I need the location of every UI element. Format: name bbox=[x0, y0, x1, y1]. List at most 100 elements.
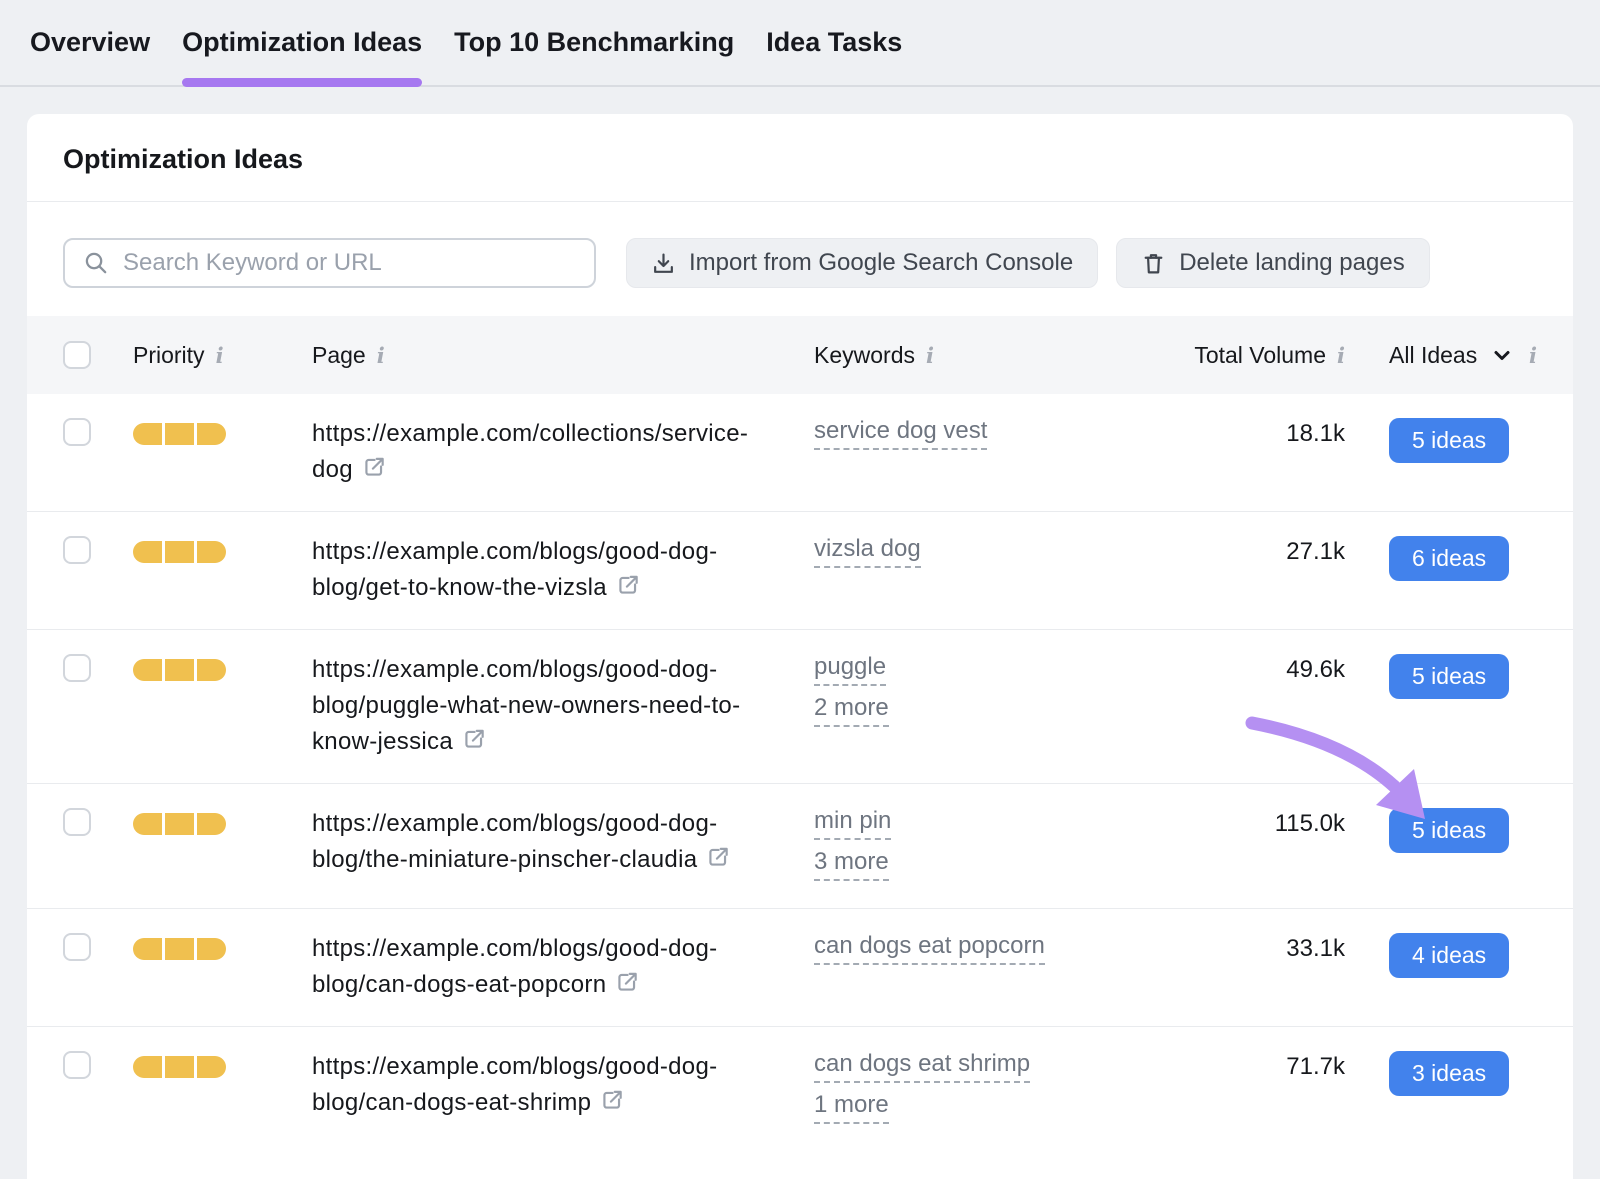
table-row: https://example.com/blogs/good-dog-blog/… bbox=[27, 1026, 1573, 1151]
delete-landing-pages-button[interactable]: Delete landing pages bbox=[1116, 238, 1430, 288]
row-checkbox[interactable] bbox=[63, 654, 91, 682]
keyword-link[interactable]: service dog vest bbox=[814, 416, 987, 450]
page-url: https://example.com/blogs/good-dog-blog/… bbox=[312, 810, 717, 873]
priority-indicator bbox=[133, 938, 226, 960]
keywords-cell: min pin 3 more bbox=[814, 806, 1185, 888]
keyword-link[interactable]: puggle bbox=[814, 652, 886, 686]
keywords-cell: can dogs eat popcorn bbox=[814, 931, 1185, 972]
page-url: https://example.com/blogs/good-dog-blog/… bbox=[312, 1053, 717, 1116]
more-keywords-link[interactable]: 1 more bbox=[814, 1090, 889, 1124]
total-volume-value: 27.1k bbox=[1185, 534, 1345, 570]
chevron-down-icon[interactable] bbox=[1490, 343, 1514, 367]
ideas-button[interactable]: 5 ideas bbox=[1389, 418, 1509, 463]
delete-icon bbox=[1141, 251, 1166, 276]
tab-optimization-ideas[interactable]: Optimization Ideas bbox=[182, 0, 422, 85]
more-keywords-link[interactable]: 2 more bbox=[814, 693, 889, 727]
table-row: https://example.com/blogs/good-dog-blog/… bbox=[27, 629, 1573, 783]
tab-top-10-benchmarking[interactable]: Top 10 Benchmarking bbox=[454, 0, 734, 85]
row-checkbox[interactable] bbox=[63, 1051, 91, 1079]
external-link-icon[interactable] bbox=[461, 726, 487, 763]
external-link-icon[interactable] bbox=[705, 844, 731, 881]
priority-cell bbox=[133, 931, 312, 960]
optimization-ideas-card: Optimization Ideas Import from Google Se… bbox=[27, 114, 1573, 1179]
keyword-link[interactable]: can dogs eat popcorn bbox=[814, 931, 1045, 965]
row-select-cell bbox=[63, 416, 133, 451]
page-cell: https://example.com/blogs/good-dog-blog/… bbox=[312, 534, 814, 609]
search-box bbox=[63, 238, 596, 288]
page-cell: https://example.com/collections/service-… bbox=[312, 416, 814, 491]
external-link-icon[interactable] bbox=[361, 454, 387, 491]
keywords-column-header: Keywords i bbox=[814, 342, 1185, 369]
table-row: https://example.com/blogs/good-dog-blog/… bbox=[27, 783, 1573, 908]
ideas-cell: 4 ideas bbox=[1345, 931, 1537, 978]
ideas-filter-header: All Ideas i bbox=[1345, 342, 1537, 369]
keywords-cell: service dog vest bbox=[814, 416, 1185, 457]
keyword-link[interactable]: min pin bbox=[814, 806, 891, 840]
priority-cell bbox=[133, 806, 312, 835]
ideas-button[interactable]: 5 ideas bbox=[1389, 808, 1509, 853]
ideas-filter-dropdown[interactable]: All Ideas bbox=[1389, 342, 1477, 369]
row-select-cell bbox=[63, 534, 133, 569]
info-icon[interactable]: i bbox=[926, 345, 934, 366]
priority-indicator bbox=[133, 813, 226, 835]
page-header-label: Page bbox=[312, 342, 366, 369]
priority-column-header: Priority i bbox=[133, 342, 312, 369]
priority-indicator bbox=[133, 659, 226, 681]
ideas-button[interactable]: 4 ideas bbox=[1389, 933, 1509, 978]
total-volume-value: 49.6k bbox=[1185, 652, 1345, 688]
row-select-cell bbox=[63, 931, 133, 966]
total-volume-column-header: Total Volume i bbox=[1185, 342, 1345, 369]
page-url: https://example.com/blogs/good-dog-blog/… bbox=[312, 935, 717, 998]
priority-cell bbox=[133, 416, 312, 445]
card-header: Optimization Ideas bbox=[27, 114, 1573, 202]
ideas-cell: 5 ideas bbox=[1345, 652, 1537, 699]
search-input[interactable] bbox=[123, 249, 576, 277]
top-tab-bar: Overview Optimization Ideas Top 10 Bench… bbox=[0, 0, 1600, 87]
external-link-icon[interactable] bbox=[615, 572, 641, 609]
ideas-button[interactable]: 6 ideas bbox=[1389, 536, 1509, 581]
row-checkbox[interactable] bbox=[63, 933, 91, 961]
import-from-gsc-button[interactable]: Import from Google Search Console bbox=[626, 238, 1098, 288]
ideas-cell: 6 ideas bbox=[1345, 534, 1537, 581]
ideas-button[interactable]: 3 ideas bbox=[1389, 1051, 1509, 1096]
priority-cell bbox=[133, 534, 312, 563]
total-volume-value: 115.0k bbox=[1185, 806, 1345, 842]
keywords-cell: vizsla dog bbox=[814, 534, 1185, 575]
search-icon bbox=[83, 250, 109, 276]
row-select-cell bbox=[63, 1049, 133, 1084]
keywords-cell: can dogs eat shrimp 1 more bbox=[814, 1049, 1185, 1131]
select-all-checkbox[interactable] bbox=[63, 341, 91, 369]
row-checkbox[interactable] bbox=[63, 808, 91, 836]
tab-overview[interactable]: Overview bbox=[30, 0, 150, 85]
toolbar: Import from Google Search Console Delete… bbox=[27, 202, 1573, 316]
row-checkbox[interactable] bbox=[63, 536, 91, 564]
row-select-cell bbox=[63, 806, 133, 841]
page-cell: https://example.com/blogs/good-dog-blog/… bbox=[312, 931, 814, 1006]
total-volume-value: 18.1k bbox=[1185, 416, 1345, 452]
priority-cell bbox=[133, 1049, 312, 1078]
info-icon[interactable]: i bbox=[1529, 345, 1537, 366]
import-icon bbox=[651, 251, 676, 276]
ideas-button[interactable]: 5 ideas bbox=[1389, 654, 1509, 699]
external-link-icon[interactable] bbox=[614, 969, 640, 1006]
delete-button-label: Delete landing pages bbox=[1179, 249, 1405, 277]
keywords-header-label: Keywords bbox=[814, 342, 915, 369]
info-icon[interactable]: i bbox=[377, 345, 385, 366]
keyword-link[interactable]: vizsla dog bbox=[814, 534, 921, 568]
info-icon[interactable]: i bbox=[1337, 345, 1345, 366]
priority-header-label: Priority bbox=[133, 342, 205, 369]
external-link-icon[interactable] bbox=[599, 1087, 625, 1124]
page-column-header: Page i bbox=[312, 342, 814, 369]
ideas-cell: 5 ideas bbox=[1345, 416, 1537, 463]
tab-idea-tasks[interactable]: Idea Tasks bbox=[766, 0, 902, 85]
keyword-link[interactable]: can dogs eat shrimp bbox=[814, 1049, 1030, 1083]
priority-indicator bbox=[133, 1056, 226, 1078]
ideas-cell: 3 ideas bbox=[1345, 1049, 1537, 1096]
keywords-cell: puggle 2 more bbox=[814, 652, 1185, 734]
page-url: https://example.com/blogs/good-dog-blog/… bbox=[312, 538, 717, 601]
total-volume-header-label: Total Volume bbox=[1194, 342, 1326, 369]
more-keywords-link[interactable]: 3 more bbox=[814, 847, 889, 881]
row-checkbox[interactable] bbox=[63, 418, 91, 446]
info-icon[interactable]: i bbox=[216, 345, 224, 366]
priority-cell bbox=[133, 652, 312, 681]
